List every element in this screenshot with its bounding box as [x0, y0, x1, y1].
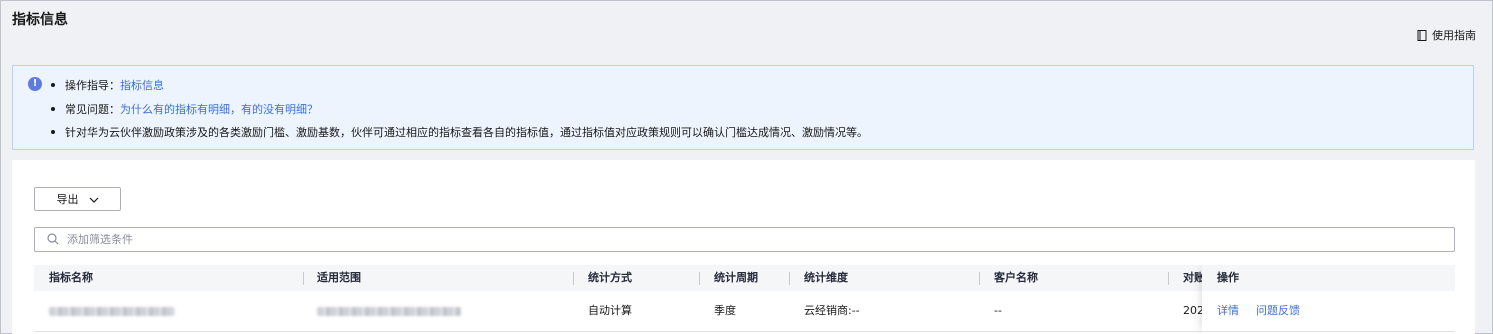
col-divider [303, 272, 304, 285]
scope-blurred [317, 307, 461, 316]
info-icon: ! [28, 77, 42, 91]
col-divider [789, 272, 790, 285]
bullet [51, 83, 55, 87]
col-divider [573, 272, 574, 285]
bullet [51, 130, 55, 134]
col-divider [1168, 272, 1169, 285]
col-header-customer-name[interactable]: 客户名称 [994, 265, 1038, 291]
indicator-table: 指标名称 适用范围 统计方式 统计周期 统计维度 客户名称 对账 自动计算 季度… [34, 265, 1455, 334]
col-header-stat-period[interactable]: 统计周期 [714, 265, 758, 291]
filter-search-input[interactable] [65, 232, 1454, 247]
chevron-down-icon [89, 193, 99, 206]
cell-customer-name: -- [994, 304, 1002, 317]
col-header-indicator-name[interactable]: 指标名称 [49, 265, 93, 291]
export-button[interactable]: 导出 [34, 187, 121, 211]
usage-guide-link[interactable]: 使用指南 [1417, 27, 1476, 43]
banner-line-description: 针对华为云伙伴激励政策涉及的各类激励门槛、激励基数，伙伴可通过相应的指标查看各自… [51, 124, 868, 140]
filter-search-box[interactable] [34, 227, 1455, 252]
banner-description: 针对华为云伙伴激励政策涉及的各类激励门槛、激励基数，伙伴可通过相应的指标查看各自… [65, 126, 868, 139]
feedback-link[interactable]: 问题反馈 [1256, 291, 1300, 331]
banner-line-faq: 常见问题： 为什么有的指标有明细，有的没有明细？ [51, 101, 318, 117]
search-icon [35, 230, 65, 249]
banner-guide-prefix: 操作指导： [65, 79, 120, 92]
col-header-scope[interactable]: 适用范围 [317, 265, 361, 291]
cell-stat-method: 自动计算 [588, 304, 632, 317]
operations-column: 操作 详情 问题反馈 [1202, 265, 1455, 334]
col-header-stat-dimension[interactable]: 统计维度 [804, 265, 848, 291]
bullet [51, 107, 55, 111]
col-header-operations: 操作 [1202, 265, 1455, 291]
cell-stat-dimension: 云经销商:-- [804, 304, 860, 317]
export-label: 导出 [56, 193, 79, 206]
col-divider [699, 272, 700, 285]
banner-guide-link[interactable]: 指标信息 [120, 77, 164, 93]
content-card: 导出 指标名称 适用范围 统计方式 统计周期 统计维度 客户名称 对账 [12, 160, 1475, 334]
banner-faq-link[interactable]: 为什么有的指标有明细，有的没有明细？ [120, 101, 318, 117]
banner-faq-prefix: 常见问题： [65, 103, 120, 116]
indicator-name-blurred [49, 307, 175, 316]
col-header-stat-method[interactable]: 统计方式 [588, 265, 632, 291]
col-divider [979, 272, 980, 285]
cell-stat-period: 季度 [714, 304, 736, 317]
page-title: 指标信息 [12, 12, 68, 28]
usage-guide-label: 使用指南 [1432, 29, 1476, 42]
operations-row: 详情 问题反馈 [1202, 291, 1455, 332]
book-icon [1417, 29, 1427, 41]
banner-line-guide: 操作指导： 指标信息 [51, 77, 164, 93]
info-banner: ! 操作指导： 指标信息 常见问题： 为什么有的指标有明细，有的没有明细？ 针对… [12, 65, 1474, 150]
details-link[interactable]: 详情 [1217, 291, 1239, 331]
